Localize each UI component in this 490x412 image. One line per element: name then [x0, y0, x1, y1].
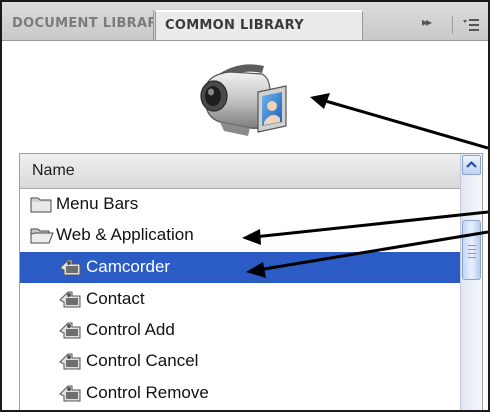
arrow-to-folder — [253, 210, 488, 239]
annotation-arrows — [242, 93, 488, 278]
arrow-head-symbol — [246, 262, 266, 278]
arrow-head-folder — [242, 229, 261, 245]
arrow-head-preview — [310, 93, 330, 109]
arrow-to-symbol — [257, 230, 488, 272]
arrow-to-preview — [321, 98, 488, 150]
library-panel: DOCUMENT LIBRARY COMMON LIBRARY ▸▸ Name … — [0, 0, 490, 412]
